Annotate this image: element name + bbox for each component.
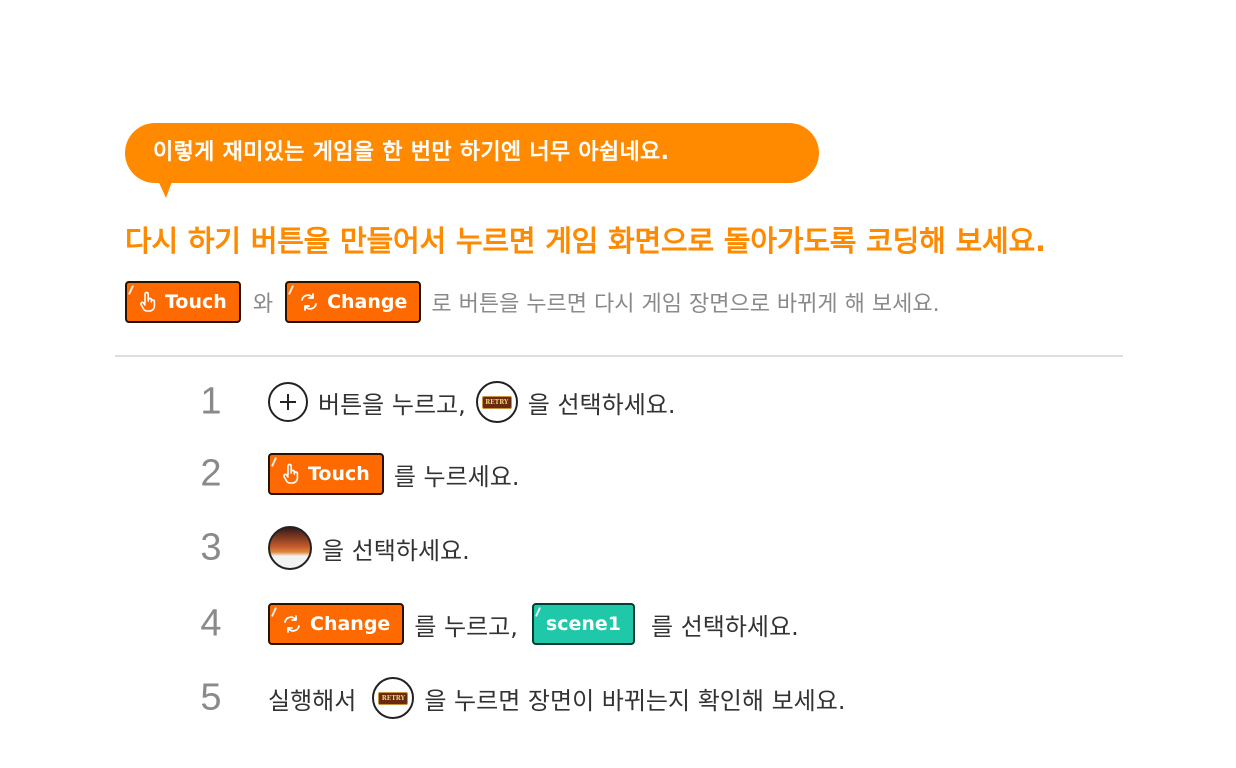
retry-icon-text: RETRY	[481, 395, 512, 409]
change-block[interactable]: Change	[268, 603, 405, 645]
page-headline: 다시 하기 버튼을 만들어서 누르면 게임 화면으로 돌아가도록 코딩해 보세요…	[125, 224, 1046, 258]
add-icon[interactable]	[268, 382, 308, 422]
swap-arrows-icon	[284, 615, 300, 633]
step-4: 4 Change 를 누르고, scene1 를 선택하세요.	[0, 600, 1236, 648]
step-text: 를 선택하세요.	[650, 612, 799, 641]
retry-button-icon[interactable]: RETRY	[475, 381, 518, 423]
step-2: 2 Touch 를 누르세요.	[0, 450, 1236, 498]
step-body: 버튼을 누르고, RETRY 을 선택하세요.	[268, 381, 676, 423]
touch-block[interactable]: Touch	[125, 281, 241, 323]
swap-arrows-icon	[301, 293, 317, 311]
touch-block-label: Touch	[165, 291, 227, 313]
step-text: 을 선택하세요.	[527, 390, 676, 419]
change-block-label: Change	[310, 613, 391, 635]
background-scene-icon[interactable]	[268, 526, 312, 570]
step-number: 4	[200, 602, 222, 645]
speech-bubble: 이렇게 재미있는 게임을 한 번만 하기엔 너무 아쉽네요.	[125, 123, 819, 183]
step-1: 1 버튼을 누르고, RETRY 을 선택하세요.	[0, 378, 1236, 426]
step-number: 3	[200, 526, 222, 569]
step-number: 2	[200, 452, 222, 495]
scene1-block-label: scene1	[545, 613, 621, 635]
hand-pointer-icon	[140, 291, 156, 312]
intro-tail-text: 로 버튼을 누르면 다시 게임 장면으로 바뀌게 해 보세요.	[431, 292, 940, 317]
divider	[115, 355, 1123, 357]
retry-icon-text: RETRY	[378, 691, 409, 705]
touch-block-label: Touch	[308, 463, 370, 485]
step-body: Change 를 누르고, scene1 를 선택하세요.	[268, 603, 799, 645]
step-number: 1	[200, 380, 222, 423]
step-5: 5 실행해서 RETRY 을 누르면 장면이 바뀌는지 확인해 보세요.	[0, 674, 1236, 722]
hand-pointer-icon	[283, 463, 299, 484]
step-text: 를 누르고,	[414, 612, 518, 641]
step-body: Touch 를 누르세요.	[268, 453, 519, 495]
step-body: 을 선택하세요.	[268, 526, 470, 570]
change-block-label: Change	[327, 291, 408, 313]
intro-connector: 와	[252, 292, 274, 317]
intro-row: Touch 와 Change 로 버튼을 누르면 다시 게임 장면으로 바뀌게 …	[125, 280, 940, 324]
step-3: 3 을 선택하세요.	[0, 524, 1236, 572]
retry-button-icon[interactable]: RETRY	[372, 677, 415, 719]
touch-block[interactable]: Touch	[268, 453, 384, 495]
speech-bubble-text: 이렇게 재미있는 게임을 한 번만 하기엔 너무 아쉽네요.	[153, 140, 670, 165]
change-block[interactable]: Change	[285, 281, 422, 323]
step-text: 실행해서	[268, 686, 357, 715]
scene1-block[interactable]: scene1	[531, 603, 635, 645]
step-body: 실행해서 RETRY 을 누르면 장면이 바뀌는지 확인해 보세요.	[268, 677, 845, 719]
step-number: 5	[200, 676, 222, 719]
step-text: 버튼을 누르고,	[318, 390, 466, 419]
step-text: 을 누르면 장면이 바뀌는지 확인해 보세요.	[424, 686, 846, 715]
step-text: 를 누르세요.	[393, 462, 520, 491]
step-text: 을 선택하세요.	[322, 536, 470, 565]
